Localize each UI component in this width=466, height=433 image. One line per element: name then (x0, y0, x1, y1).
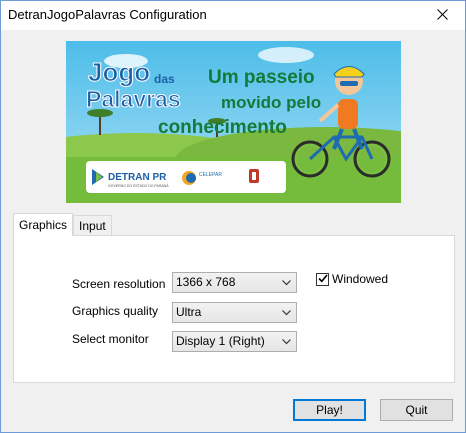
config-window: DetranJogoPalavras Configuration DETRAN … (0, 0, 466, 433)
title-bar: DetranJogoPalavras Configuration (1, 1, 465, 30)
banner-slogan-line3: conhecimento (158, 117, 287, 138)
chevron-down-icon (280, 332, 292, 351)
screen-resolution-value: 1366 x 768 (176, 275, 236, 289)
windowed-label: Windowed (332, 272, 389, 286)
banner-title-line1: Jogo (88, 57, 150, 87)
settings-tabs: Graphics Input (13, 213, 112, 236)
play-button[interactable]: Play! (293, 399, 366, 421)
screen-resolution-select[interactable]: 1366 x 768 (172, 272, 297, 293)
windowed-checkbox[interactable] (316, 272, 329, 286)
windowed-option: Windowed (316, 272, 388, 286)
graphics-quality-label: Graphics quality (72, 304, 159, 318)
select-monitor-select[interactable]: Display 1 (Right) (172, 331, 297, 352)
banner-slogan-line1: Um passeio (208, 67, 315, 88)
chevron-down-icon (280, 273, 292, 292)
detran-logo-text: DETRAN PR (108, 172, 167, 183)
select-monitor-value: Display 1 (Right) (176, 334, 265, 348)
checkmark-icon (317, 272, 328, 286)
close-icon (436, 8, 448, 23)
banner-title-das: das (154, 72, 175, 86)
screen-resolution-label: Screen resolution (72, 277, 166, 291)
select-monitor-label: Select monitor (72, 332, 149, 346)
close-button[interactable] (419, 1, 465, 30)
banner-title-line2: Palavras (86, 86, 181, 112)
quit-button[interactable]: Quit (380, 399, 453, 421)
graphics-quality-select[interactable]: Ultra (172, 302, 297, 323)
graphics-quality-value: Ultra (176, 305, 202, 319)
banner-slogan-line2: movido pelo (221, 93, 321, 112)
detran-logo-subtext: GOVERNO DO ESTADO DO PARANÁ (108, 184, 169, 188)
chevron-down-icon (280, 303, 292, 322)
tab-input[interactable]: Input (73, 215, 112, 236)
window-title: DetranJogoPalavras Configuration (8, 7, 207, 22)
tab-graphics[interactable]: Graphics (13, 213, 74, 236)
celepar-logo-text: CELEPAR (199, 172, 222, 178)
game-banner: DETRAN PR GOVERNO DO ESTADO DO PARANÁ CE… (66, 41, 401, 203)
